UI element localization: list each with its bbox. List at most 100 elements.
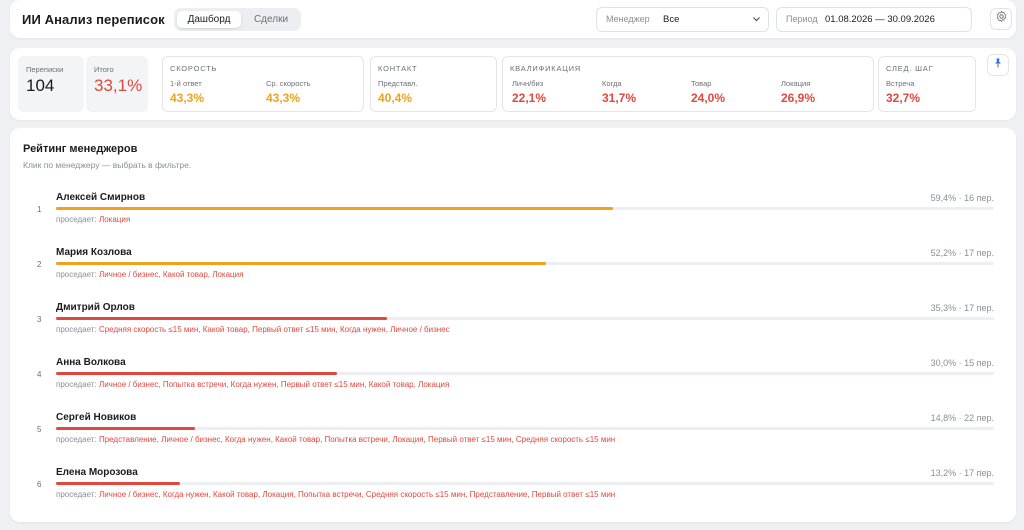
metric-label: Товар bbox=[691, 79, 712, 88]
metric-label: Ср. скорость bbox=[266, 79, 311, 88]
score-bar-fill bbox=[56, 482, 180, 485]
metric-avg-speed: Ср. скорость 43,3% bbox=[266, 79, 310, 105]
view-tabs: Дашборд Сделки bbox=[174, 8, 301, 31]
metric-meeting: Встреча 32,7% bbox=[886, 79, 920, 105]
metric-label: 1-й ответ bbox=[170, 79, 202, 88]
manager-rating-panel: Рейтинг менеджеров Клик по менеджеру — в… bbox=[10, 128, 1016, 522]
group-speed-title: Скорость bbox=[170, 64, 218, 73]
manager-row[interactable]: 5 Сергей Новиков 14,8% · 22 пер. проседа… bbox=[10, 411, 1016, 457]
manager-select-value: Все bbox=[663, 14, 680, 25]
metric-value: 26,9% bbox=[781, 91, 816, 105]
tab-dashboard[interactable]: Дашборд bbox=[177, 11, 241, 28]
period-select[interactable]: Период 01.08.2026 — 30.09.2026 bbox=[776, 7, 972, 32]
manager-score: 59,4% · 16 пер. bbox=[930, 193, 994, 203]
score-bar-track bbox=[56, 262, 994, 265]
manager-name: Анна Волкова bbox=[56, 357, 126, 368]
score-bar-fill bbox=[56, 372, 338, 375]
manager-select[interactable]: Менеджер Все bbox=[596, 7, 769, 32]
manager-name: Елена Морозова bbox=[56, 467, 138, 478]
sagging-values: Личное / бизнес, Какой товар, Локация bbox=[98, 270, 244, 279]
sagging-values: Представление, Личное / бизнес, Когда ну… bbox=[98, 435, 616, 444]
metric-value: 24,0% bbox=[691, 91, 726, 105]
top-bar: ИИ Анализ переписок Дашборд Сделки Менед… bbox=[10, 0, 1016, 38]
manager-score: 35,3% · 17 пер. bbox=[930, 303, 994, 313]
sagging-label: проседает: bbox=[56, 490, 97, 499]
sagging-values: Локация bbox=[98, 215, 131, 224]
score-bar-fill bbox=[56, 207, 614, 210]
sagging-metrics: проседает: Личное / бизнес, Какой товар,… bbox=[56, 270, 243, 279]
metric-product: Товар 24,0% bbox=[691, 79, 725, 105]
score-bar-track bbox=[56, 482, 994, 485]
group-contact: Контакт Представл. 40,4% bbox=[370, 56, 497, 112]
manager-row[interactable]: 3 Дмитрий Орлов 35,3% · 17 пер. проседае… bbox=[10, 301, 1016, 347]
chevron-down-icon bbox=[752, 8, 761, 40]
sagging-metrics: проседает: Личное / бизнес, Попытка встр… bbox=[56, 380, 449, 389]
manager-name: Мария Козлова bbox=[56, 247, 132, 258]
sagging-metrics: проседает: Локация bbox=[56, 215, 130, 224]
period-select-value: 01.08.2026 — 30.09.2026 bbox=[825, 14, 935, 25]
metric-location: Локация 26,9% bbox=[781, 79, 815, 105]
sagging-label: проседает: bbox=[56, 325, 97, 334]
stats-panel: Переписки 104 Итого 33,1% Скорость 1-й о… bbox=[10, 48, 1016, 120]
sagging-values: Личное / бизнес, Попытка встречи, Когда … bbox=[98, 380, 450, 389]
period-select-label: Период bbox=[786, 14, 818, 24]
metric-value: 43,3% bbox=[170, 91, 205, 105]
manager-score: 14,8% · 22 пер. bbox=[930, 413, 994, 423]
manager-score: 30,0% · 15 пер. bbox=[930, 358, 994, 368]
sagging-metrics: проседает: Средняя скорость ≤15 мин, Как… bbox=[56, 325, 450, 334]
manager-row[interactable]: 1 Алексей Смирнов 59,4% · 16 пер. просед… bbox=[10, 191, 1016, 237]
metric-when: Когда 31,7% bbox=[602, 79, 636, 105]
metric-label: Представл. bbox=[378, 79, 418, 88]
metric-label: Локация bbox=[781, 79, 811, 88]
group-contact-title: Контакт bbox=[378, 64, 418, 73]
manager-row[interactable]: 4 Анна Волкова 30,0% · 15 пер. проседает… bbox=[10, 356, 1016, 402]
manager-name: Алексей Смирнов bbox=[56, 192, 146, 203]
sagging-label: проседает: bbox=[56, 380, 97, 389]
manager-rank: 5 bbox=[37, 425, 42, 434]
score-bar-fill bbox=[56, 317, 388, 320]
score-bar-track bbox=[56, 372, 994, 375]
group-qualification: Квалификация Личн/биз 22,1% Когда 31,7% … bbox=[502, 56, 874, 112]
manager-rank: 6 bbox=[37, 480, 42, 489]
stat-total-value: 33,1% bbox=[94, 76, 143, 95]
pin-button[interactable] bbox=[987, 54, 1009, 76]
manager-rank: 3 bbox=[37, 315, 42, 324]
group-speed: Скорость 1-й ответ 43,3% Ср. скорость 43… bbox=[162, 56, 364, 112]
tab-deals[interactable]: Сделки bbox=[243, 11, 299, 28]
stat-total-label: Итого bbox=[94, 65, 114, 74]
metric-label: Личн/биз bbox=[512, 79, 544, 88]
manager-score: 52,2% · 17 пер. bbox=[930, 248, 994, 258]
sagging-label: проседает: bbox=[56, 270, 97, 279]
manager-name: Дмитрий Орлов bbox=[56, 302, 135, 313]
manager-score: 13,2% · 17 пер. bbox=[930, 468, 994, 478]
score-bar-fill bbox=[56, 427, 195, 430]
manager-row[interactable]: 2 Мария Козлова 52,2% · 17 пер. проседае… bbox=[10, 246, 1016, 292]
sagging-metrics: проседает: Личное / бизнес, Когда нужен,… bbox=[56, 490, 615, 499]
stat-total: Итого 33,1% bbox=[86, 56, 148, 112]
manager-rank: 2 bbox=[37, 260, 42, 269]
rating-title: Рейтинг менеджеров bbox=[23, 143, 138, 155]
score-bar-track bbox=[56, 317, 994, 320]
manager-select-label: Менеджер bbox=[606, 14, 650, 24]
pin-icon bbox=[992, 56, 1004, 74]
metric-personal-business: Личн/биз 22,1% bbox=[512, 79, 546, 105]
metric-value: 22,1% bbox=[512, 91, 547, 105]
sagging-values: Личное / бизнес, Когда нужен, Какой това… bbox=[98, 490, 616, 499]
metric-value: 40,4% bbox=[378, 91, 413, 105]
manager-row[interactable]: 6 Елена Морозова 13,2% · 17 пер. проседа… bbox=[10, 466, 1016, 512]
metric-first-reply: 1-й ответ 43,3% bbox=[170, 79, 204, 105]
sagging-values: Средняя скорость ≤15 мин, Какой товар, П… bbox=[98, 325, 450, 334]
sagging-metrics: проседает: Представление, Личное / бизне… bbox=[56, 435, 615, 444]
gear-icon bbox=[995, 10, 1008, 28]
metric-label: Встреча bbox=[886, 79, 915, 88]
stat-chats-label: Переписки bbox=[26, 65, 64, 74]
metric-intro: Представл. 40,4% bbox=[378, 79, 418, 105]
metric-value: 31,7% bbox=[602, 91, 637, 105]
settings-button[interactable] bbox=[990, 8, 1012, 30]
group-next-step-title: След. шаг bbox=[886, 64, 934, 73]
rating-subtitle: Клик по менеджеру — выбрать в фильтре. bbox=[23, 160, 192, 170]
metric-value: 43,3% bbox=[266, 91, 301, 105]
metric-value: 32,7% bbox=[886, 91, 921, 105]
sagging-label: проседает: bbox=[56, 435, 97, 444]
score-bar-fill bbox=[56, 262, 546, 265]
